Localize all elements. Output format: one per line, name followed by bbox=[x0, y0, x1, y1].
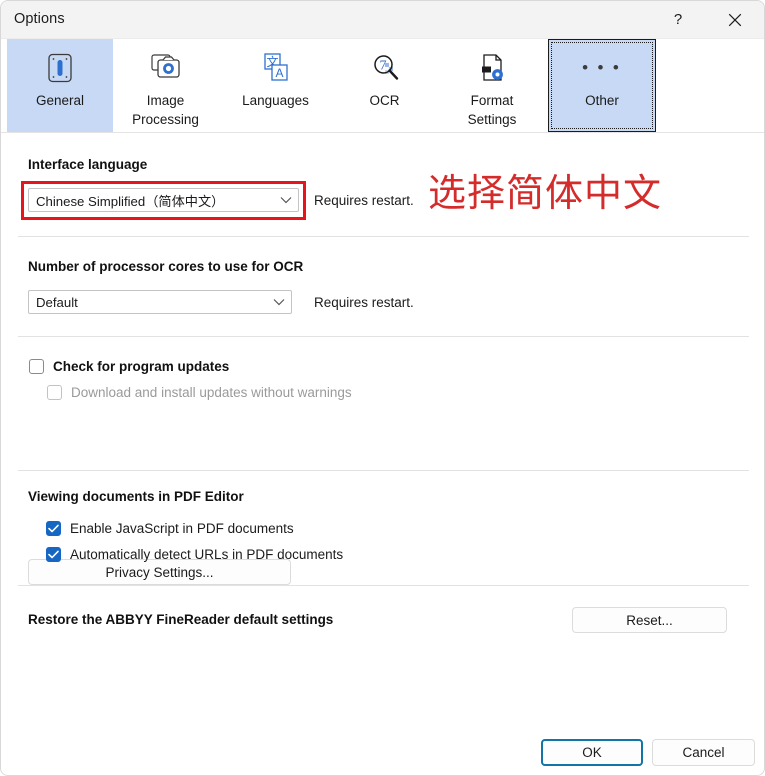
auto-updates-row: Download and install updates without war… bbox=[47, 385, 352, 400]
tab-general[interactable]: General bbox=[7, 39, 113, 132]
options-content: Interface language Chinese Simplified（简体… bbox=[1, 133, 764, 775]
privacy-settings-label: Privacy Settings... bbox=[105, 564, 214, 580]
ok-button[interactable]: OK bbox=[541, 739, 643, 766]
tab-languages-label: Languages bbox=[242, 93, 309, 108]
tab-ocr[interactable]: 7 OCR bbox=[333, 39, 436, 132]
close-icon bbox=[728, 13, 742, 26]
magnifier-ocr-icon: 7 bbox=[368, 48, 402, 88]
tab-image-processing-label: Image Processing bbox=[132, 93, 199, 127]
check-icon bbox=[48, 550, 59, 559]
check-updates-row[interactable]: Check for program updates bbox=[29, 359, 229, 374]
id-card-icon bbox=[43, 48, 77, 88]
check-icon bbox=[48, 524, 59, 533]
processor-cores-combobox[interactable]: Default bbox=[28, 290, 292, 314]
interface-language-heading: Interface language bbox=[28, 157, 148, 172]
enable-javascript-label: Enable JavaScript in PDF documents bbox=[70, 521, 294, 536]
processor-cores-heading: Number of processor cores to use for OCR bbox=[28, 259, 304, 274]
ellipsis-icon: • • • bbox=[582, 58, 622, 77]
tab-image-processing[interactable]: Image Processing bbox=[113, 39, 218, 132]
interface-language-restart-hint: Requires restart. bbox=[314, 193, 414, 208]
reset-button[interactable]: Reset... bbox=[572, 607, 727, 633]
svg-text:7: 7 bbox=[379, 59, 386, 74]
tab-general-label: General bbox=[35, 93, 85, 108]
processor-cores-value: Default bbox=[36, 294, 78, 310]
enable-javascript-row[interactable]: Enable JavaScript in PDF documents bbox=[46, 521, 294, 536]
help-icon: ? bbox=[673, 11, 683, 28]
cancel-label: Cancel bbox=[682, 745, 725, 760]
chevron-down-icon bbox=[267, 298, 291, 306]
language-highlight-box bbox=[21, 181, 306, 220]
tab-ocr-label: OCR bbox=[369, 93, 400, 108]
annotation-text: 选择简体中文 bbox=[428, 173, 663, 215]
pdf-viewing-heading: Viewing documents in PDF Editor bbox=[28, 489, 244, 504]
reset-label: Reset... bbox=[626, 612, 673, 628]
detect-urls-row[interactable]: Automatically detect URLs in PDF documen… bbox=[46, 547, 343, 562]
title-bar: Options ? bbox=[1, 1, 764, 39]
tab-format-settings-label: Format Settings bbox=[467, 93, 517, 127]
options-dialog: Options ? General Image Processing 文 A L… bbox=[0, 0, 765, 776]
detect-urls-label: Automatically detect URLs in PDF documen… bbox=[70, 547, 344, 562]
document-gear-icon bbox=[475, 48, 509, 88]
options-tab-strip: General Image Processing 文 A Languages 7… bbox=[1, 39, 764, 133]
enable-javascript-checkbox[interactable] bbox=[46, 521, 61, 536]
auto-updates-checkbox bbox=[47, 385, 62, 400]
divider-3 bbox=[18, 470, 749, 471]
processor-cores-restart-hint: Requires restart. bbox=[314, 295, 414, 310]
svg-text:A: A bbox=[275, 66, 283, 80]
close-button[interactable] bbox=[712, 1, 758, 38]
tab-format-settings[interactable]: Format Settings bbox=[436, 39, 548, 132]
camera-icon bbox=[148, 48, 184, 88]
auto-updates-label: Download and install updates without war… bbox=[71, 385, 352, 400]
tab-other-label: Other bbox=[585, 93, 619, 108]
divider-4 bbox=[18, 585, 749, 586]
tab-other[interactable]: • • • Other bbox=[548, 39, 656, 132]
divider-2 bbox=[18, 336, 749, 337]
divider-1 bbox=[18, 236, 749, 237]
ok-label: OK bbox=[582, 745, 602, 760]
cancel-button[interactable]: Cancel bbox=[652, 739, 755, 766]
translate-icon: 文 A bbox=[259, 48, 293, 88]
restore-defaults-heading-display: Restore the ABBYY FineReader default set… bbox=[28, 612, 334, 627]
window-title: Options bbox=[14, 11, 65, 27]
tab-languages[interactable]: 文 A Languages bbox=[218, 39, 333, 132]
check-updates-label: Check for program updates bbox=[53, 359, 230, 374]
detect-urls-checkbox[interactable] bbox=[46, 547, 61, 562]
privacy-settings-button[interactable]: Privacy Settings... bbox=[28, 559, 291, 585]
check-updates-checkbox[interactable] bbox=[29, 359, 44, 374]
help-button[interactable]: ? bbox=[655, 1, 701, 38]
